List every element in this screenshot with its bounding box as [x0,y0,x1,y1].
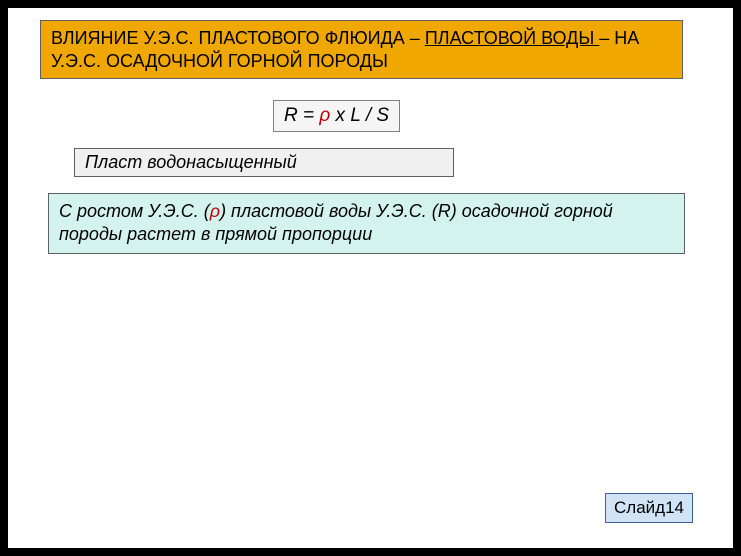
title-underlined: ПЛАСТОВОЙ ВОДЫ [425,28,599,48]
formula-box: R = ρ x L / S [273,100,400,132]
formula-pre: R = [284,105,319,126]
slide-number-text: Слайд14 [614,498,684,517]
desc-pre: С ростом У.Э.С. ( [59,201,210,221]
description-box: С ростом У.Э.С. (ρ) пластовой воды У.Э.С… [48,193,685,254]
label-text: Пласт водонасыщенный [85,152,297,172]
title-box: ВЛИЯНИЕ У.Э.С. ПЛАСТОВОГО ФЛЮИДА – ПЛАСТ… [40,20,683,79]
formula-post: x L / S [330,105,389,126]
slide: ВЛИЯНИЕ У.Э.С. ПЛАСТОВОГО ФЛЮИДА – ПЛАСТ… [8,8,733,548]
slide-number-box: Слайд14 [605,493,693,523]
formula-rho: ρ [319,105,330,126]
saturation-label: Пласт водонасыщенный [74,148,454,177]
desc-rho: ρ [210,201,220,221]
title-part1: ВЛИЯНИЕ У.Э.С. ПЛАСТОВОГО ФЛЮИДА – [51,28,425,48]
